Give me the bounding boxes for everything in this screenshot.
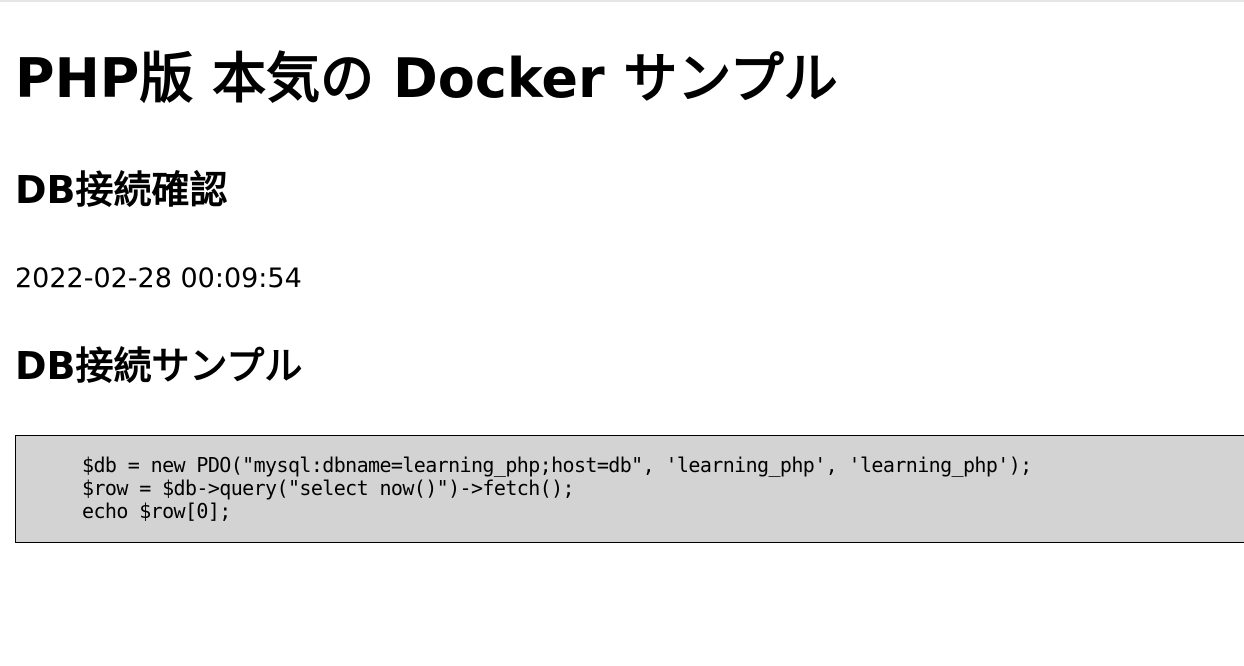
code-line: $row = $db->query("select now()")->fetch… [82,476,575,500]
db-now-timestamp: 2022-02-28 00:09:54 [15,263,302,294]
section-heading-db-check: DB接続確認 [15,168,228,212]
code-line: $db = new PDO("mysql:dbname=learning_php… [82,453,1032,477]
top-border [0,0,1244,2]
code-block: $db = new PDO("mysql:dbname=learning_php… [15,435,1244,543]
code-line: echo $row[0]; [82,499,231,523]
page-title: PHP版 本気の Docker サンプル [15,47,838,110]
section-heading-db-sample: DB接続サンプル [15,344,303,388]
